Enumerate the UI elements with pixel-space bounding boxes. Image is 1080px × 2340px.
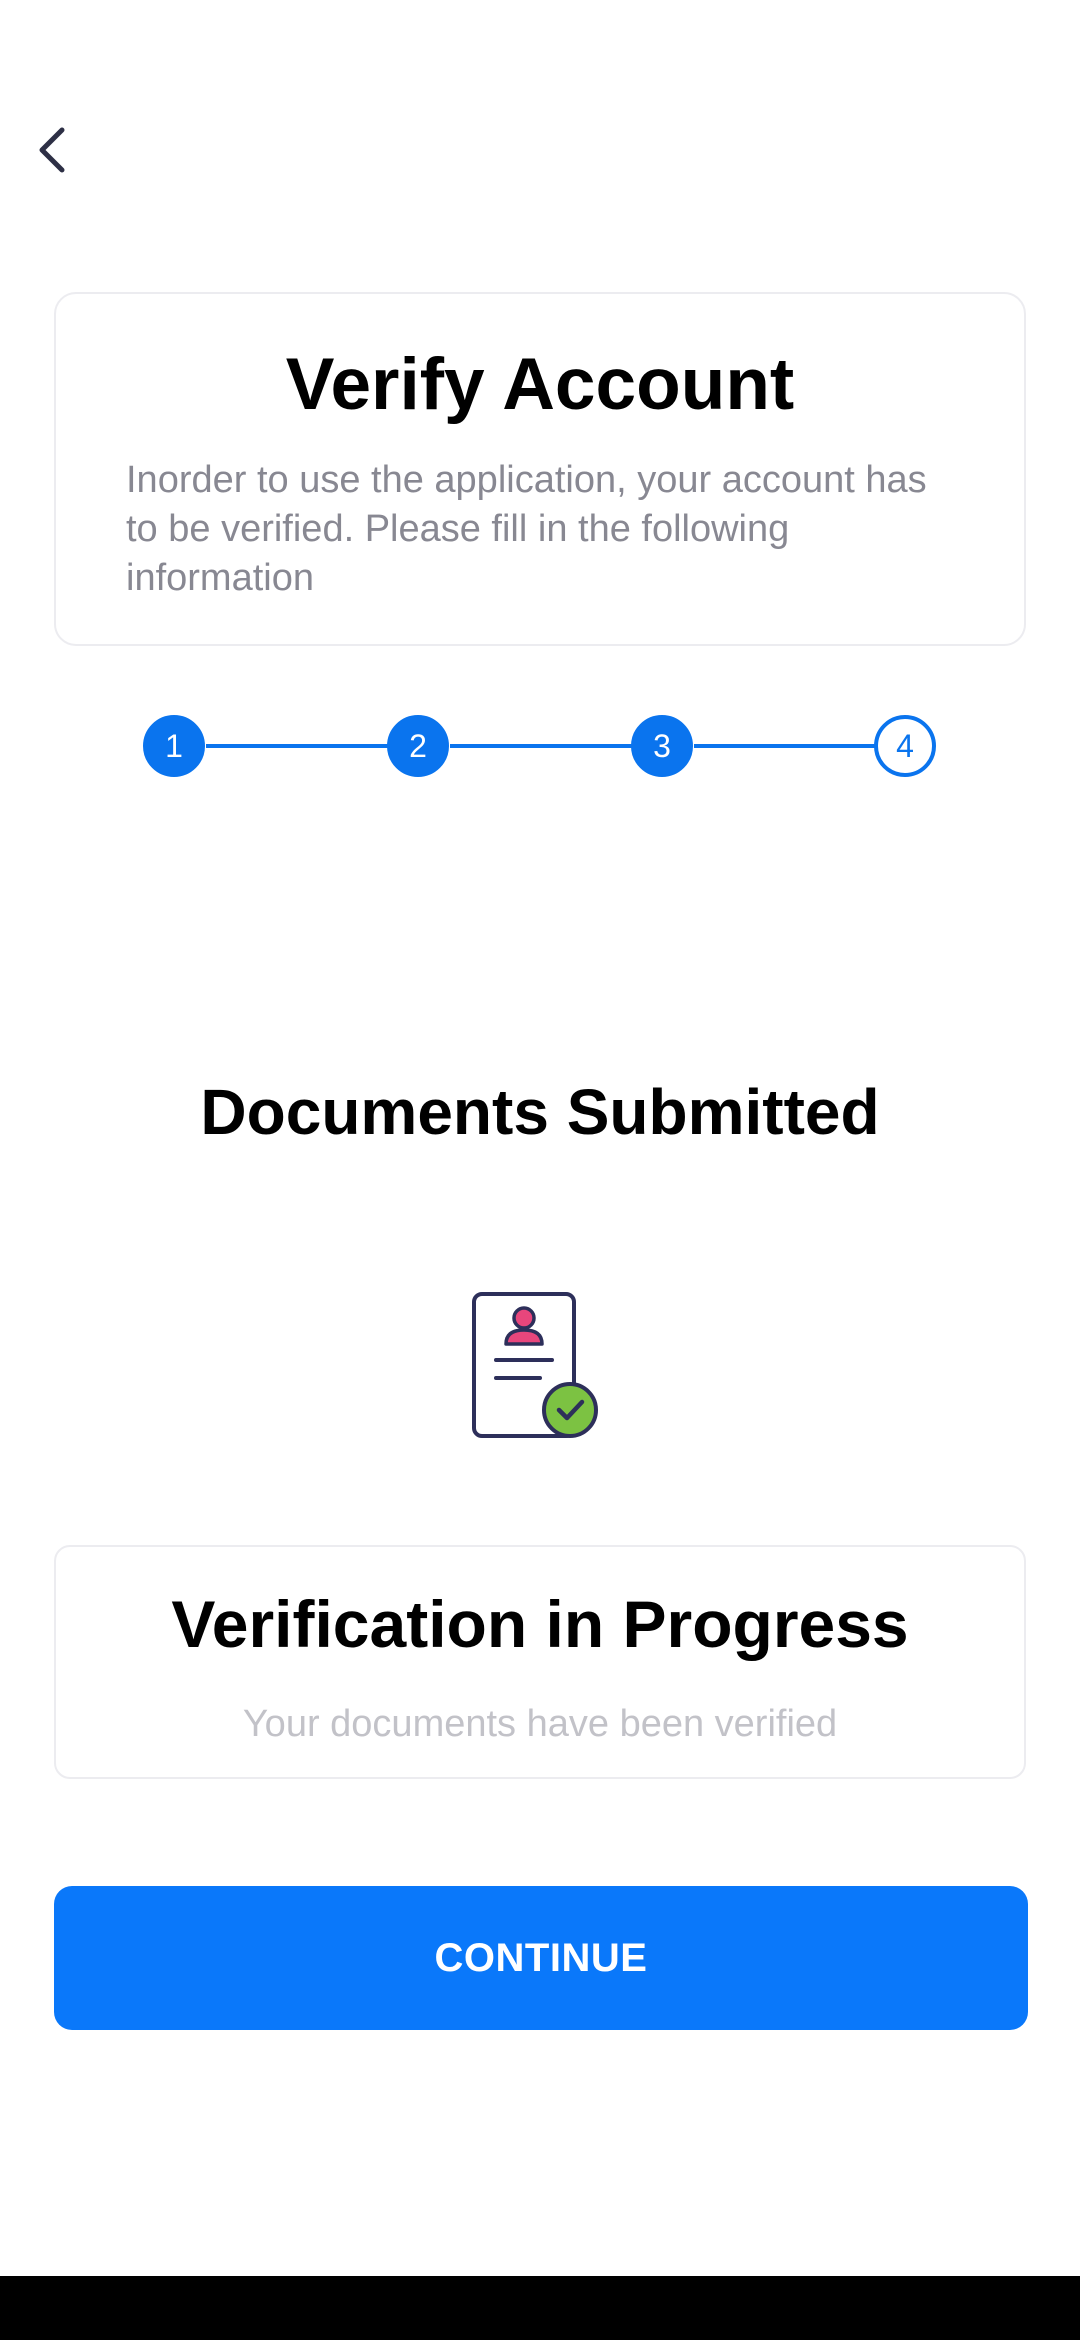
step-label: 1	[165, 728, 183, 764]
step-connector	[694, 744, 878, 748]
step-4: 4	[874, 715, 936, 777]
continue-button[interactable]: CONTINUE	[54, 1886, 1028, 2030]
step-3: 3	[631, 715, 693, 777]
step-connector	[450, 744, 634, 748]
step-2: 2	[387, 715, 449, 777]
step-label: 3	[653, 728, 671, 764]
verification-status-card: Verification in Progress Your documents …	[54, 1545, 1026, 1779]
system-navigation-bar	[0, 2276, 1080, 2340]
step-label: 2	[409, 728, 427, 764]
status-title: Verification in Progress	[171, 1587, 909, 1661]
step-connector	[206, 744, 390, 748]
status-subtitle: Your documents have been verified	[242, 1703, 838, 1745]
document-verified-icon	[472, 1292, 598, 1438]
step-1: 1	[143, 715, 205, 777]
section-title: Documents Submitted	[200, 1076, 880, 1148]
step-label: 4	[896, 728, 914, 764]
progress-stepper: 1 2 3 4	[0, 0, 1080, 800]
